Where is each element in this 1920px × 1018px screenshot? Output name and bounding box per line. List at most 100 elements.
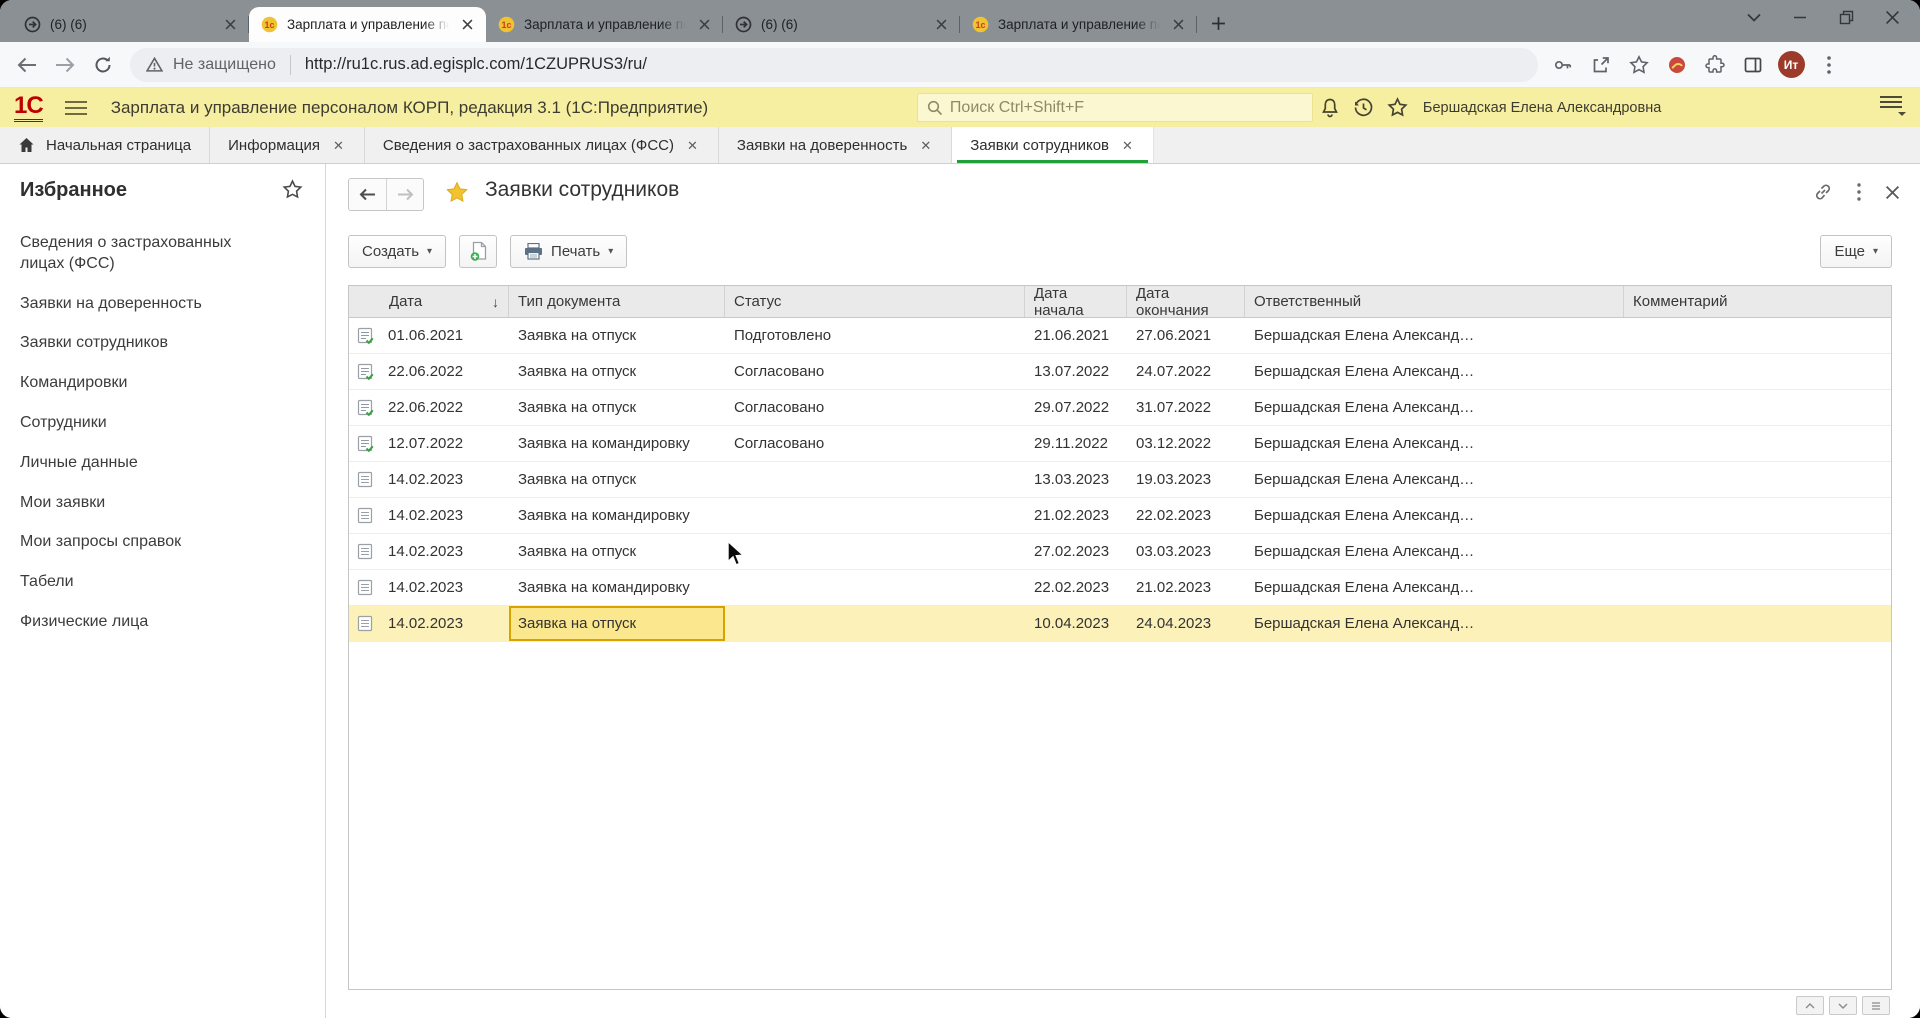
- browser-tab[interactable]: 1с Зарплата и управление персона: [486, 7, 723, 42]
- address-bar[interactable]: Не защищено http://ru1c.rus.ad.egisplc.c…: [130, 48, 1538, 82]
- notifications-bell-icon[interactable]: [1313, 93, 1347, 123]
- tab-close-icon[interactable]: [458, 16, 476, 34]
- favorites-item[interactable]: Сведения о застрахованных лицах (ФСС): [20, 233, 270, 275]
- cell-date[interactable]: 01.06.2021: [349, 327, 509, 345]
- current-user-name[interactable]: Бершадская Елена Александровна: [1423, 100, 1661, 116]
- cell-date-end[interactable]: 27.06.2021: [1127, 327, 1245, 344]
- service-menu-icon[interactable]: [1876, 96, 1906, 120]
- table-row[interactable]: 14.02.2023 Заявка на отпуск 13.03.2023 1…: [349, 462, 1891, 498]
- cell-date-start[interactable]: 13.07.2022: [1025, 363, 1127, 380]
- cell-doc-type[interactable]: Заявка на отпуск: [509, 363, 725, 380]
- browser-reload-button[interactable]: [84, 46, 122, 84]
- share-icon[interactable]: [1584, 48, 1618, 82]
- cell-date-end[interactable]: 24.07.2022: [1127, 363, 1245, 380]
- table-row[interactable]: 14.02.2023 Заявка на отпуск 10.04.2023 2…: [349, 606, 1891, 642]
- cell-date[interactable]: 12.07.2022: [349, 435, 509, 453]
- browser-tab[interactable]: 1с Зарплата и управление персона: [249, 7, 486, 42]
- cell-date-end[interactable]: 31.07.2022: [1127, 399, 1245, 416]
- form-forward-button[interactable]: [386, 179, 423, 210]
- scroll-bottom-button[interactable]: [1829, 996, 1857, 1015]
- cell-date-start[interactable]: 21.02.2023: [1025, 507, 1127, 524]
- favorites-item[interactable]: Заявки сотрудников: [20, 333, 270, 354]
- favorites-item[interactable]: Командировки: [20, 373, 270, 394]
- minimize-button[interactable]: [1790, 7, 1810, 27]
- table-row[interactable]: 22.06.2022 Заявка на отпуск Согласовано …: [349, 390, 1891, 426]
- form-close-icon[interactable]: [1885, 185, 1900, 205]
- favorites-item[interactable]: Сотрудники: [20, 413, 270, 434]
- cell-doc-type[interactable]: Заявка на отпуск: [509, 327, 725, 344]
- favorites-item[interactable]: Личные данные: [20, 453, 270, 474]
- bookmark-star-icon[interactable]: [1622, 48, 1656, 82]
- cell-date-end[interactable]: 21.02.2023: [1127, 579, 1245, 596]
- main-menu-hamburger-icon[interactable]: [65, 101, 87, 115]
- cell-date[interactable]: 14.02.2023: [349, 543, 509, 561]
- favorites-item[interactable]: Физические лица: [20, 612, 270, 633]
- column-header[interactable]: Ответственный: [1245, 286, 1624, 317]
- cell-status[interactable]: Подготовлено: [725, 327, 1025, 344]
- cell-date-start[interactable]: 22.02.2023: [1025, 579, 1127, 596]
- app-tab-close-icon[interactable]: ✕: [685, 137, 700, 154]
- cell-date-end[interactable]: 03.12.2022: [1127, 435, 1245, 452]
- cell-date-start[interactable]: 27.02.2023: [1025, 543, 1127, 560]
- cell-date-start[interactable]: 21.06.2021: [1025, 327, 1127, 344]
- get-link-icon[interactable]: [1813, 182, 1833, 207]
- table-row[interactable]: 14.02.2023 Заявка на командировку 21.02.…: [349, 498, 1891, 534]
- cell-doc-type[interactable]: Заявка на отпуск: [509, 471, 725, 488]
- cell-date-end[interactable]: 03.03.2023: [1127, 543, 1245, 560]
- close-window-button[interactable]: [1882, 7, 1902, 27]
- app-tab[interactable]: Заявки сотрудников ✕: [952, 127, 1154, 163]
- cell-date-start[interactable]: 13.03.2023: [1025, 471, 1127, 488]
- browser-tab[interactable]: 1с (6) (6): [723, 7, 960, 42]
- global-search-input[interactable]: Поиск Ctrl+Shift+F: [917, 93, 1313, 122]
- print-button[interactable]: Печать▾: [510, 235, 627, 268]
- cell-date-start[interactable]: 29.11.2022: [1025, 435, 1127, 452]
- password-key-icon[interactable]: [1546, 48, 1580, 82]
- cell-date[interactable]: 14.02.2023: [349, 615, 509, 633]
- browser-tab[interactable]: 1с (6) (6): [12, 7, 249, 42]
- cell-doc-type[interactable]: Заявка на командировку: [509, 507, 725, 524]
- tab-close-icon[interactable]: [1169, 16, 1187, 34]
- column-header[interactable]: Дата начала: [1025, 286, 1127, 317]
- browser-back-button[interactable]: [8, 46, 46, 84]
- app-tab[interactable]: Начальная страница: [0, 127, 210, 163]
- table-row[interactable]: 22.06.2022 Заявка на отпуск Согласовано …: [349, 354, 1891, 390]
- more-button[interactable]: Еще▾: [1820, 235, 1892, 268]
- cell-responsible[interactable]: Бершадская Елена Александ…: [1245, 615, 1624, 632]
- cell-date[interactable]: 14.02.2023: [349, 507, 509, 525]
- table-row[interactable]: 14.02.2023 Заявка на командировку 22.02.…: [349, 570, 1891, 606]
- column-header[interactable]: Комментарий: [1624, 286, 1891, 317]
- app-tab[interactable]: Заявки на доверенность ✕: [719, 127, 952, 163]
- security-label[interactable]: Не защищено: [173, 56, 276, 74]
- cell-date[interactable]: 22.06.2022: [349, 363, 509, 381]
- sidebar-pin-star-icon[interactable]: [282, 179, 303, 205]
- cell-date[interactable]: 14.02.2023: [349, 579, 509, 597]
- favorites-item[interactable]: Мои заявки: [20, 493, 270, 514]
- cell-status[interactable]: Согласовано: [725, 363, 1025, 380]
- favorite-filled-star-icon[interactable]: [445, 181, 469, 209]
- sidebar-panel-icon[interactable]: [1736, 48, 1770, 82]
- app-tab-close-icon[interactable]: ✕: [1120, 137, 1135, 154]
- restore-button[interactable]: [1836, 7, 1856, 27]
- cell-responsible[interactable]: Бершадская Елена Александ…: [1245, 507, 1624, 524]
- cell-status[interactable]: Согласовано: [725, 399, 1025, 416]
- form-more-kebab-icon[interactable]: [1857, 183, 1861, 206]
- tab-close-icon[interactable]: [221, 16, 239, 34]
- form-back-button[interactable]: [349, 179, 386, 210]
- browser-profile-avatar[interactable]: Ит: [1774, 48, 1808, 82]
- browser-tab[interactable]: 1с Зарплата и управление персона: [960, 7, 1197, 42]
- app-tab[interactable]: Информация ✕: [210, 127, 365, 163]
- cell-responsible[interactable]: Бершадская Елена Александ…: [1245, 435, 1624, 452]
- tab-close-icon[interactable]: [695, 16, 713, 34]
- extension-1c-icon[interactable]: [1660, 48, 1694, 82]
- app-tab-close-icon[interactable]: ✕: [331, 137, 346, 154]
- app-tab[interactable]: Сведения о застрахованных лицах (ФСС) ✕: [365, 127, 719, 163]
- cell-doc-type[interactable]: Заявка на командировку: [509, 579, 725, 596]
- browser-forward-button[interactable]: [46, 46, 84, 84]
- app-tab-close-icon[interactable]: ✕: [918, 137, 933, 154]
- extensions-puzzle-icon[interactable]: [1698, 48, 1732, 82]
- new-tab-button[interactable]: [1203, 8, 1233, 38]
- url-text[interactable]: http://ru1c.rus.ad.egisplc.com/1CZUPRUS3…: [305, 55, 647, 74]
- cell-date-start[interactable]: 29.07.2022: [1025, 399, 1127, 416]
- scroll-menu-button[interactable]: [1862, 996, 1890, 1015]
- cell-date[interactable]: 14.02.2023: [349, 471, 509, 489]
